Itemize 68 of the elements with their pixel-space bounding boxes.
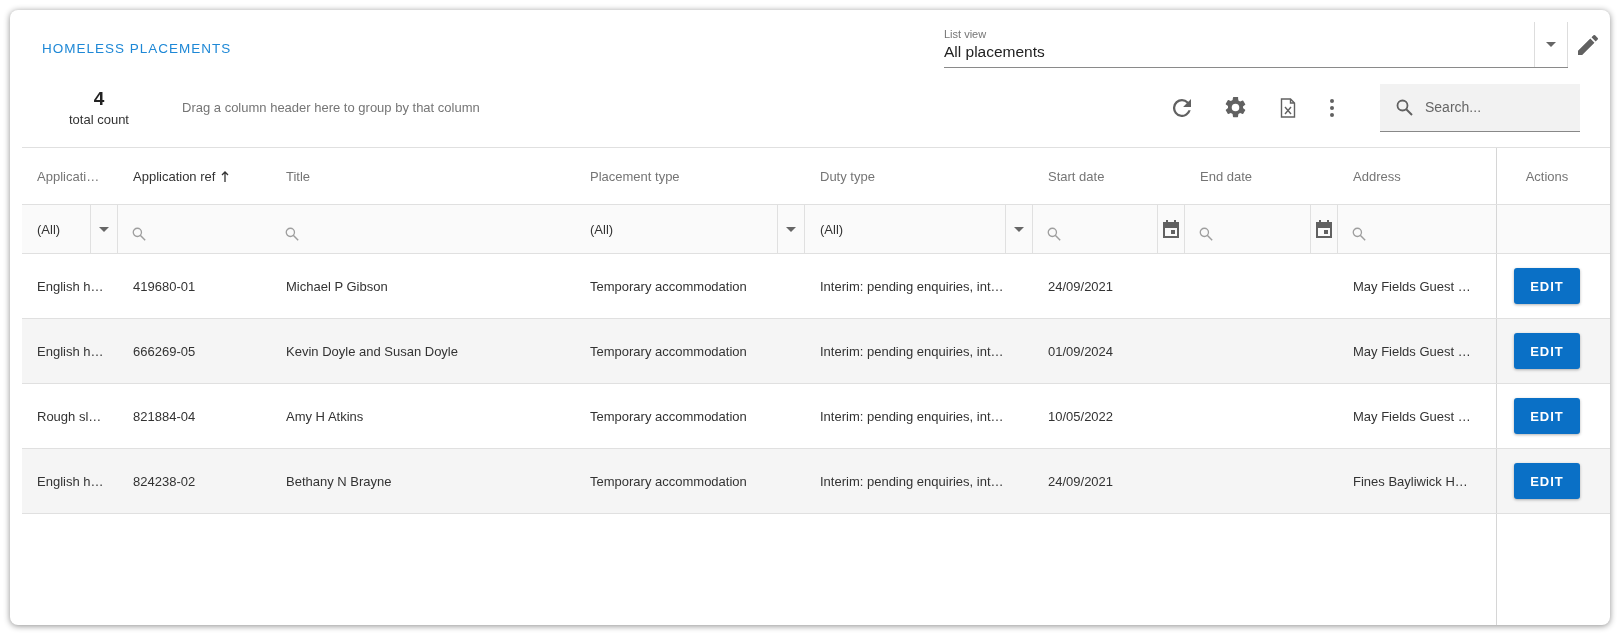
calendar-icon[interactable]: [1316, 220, 1332, 238]
filter-dropdown[interactable]: (All): [575, 205, 777, 253]
search-icon: [1199, 227, 1213, 241]
search-icon: [285, 227, 299, 241]
column-header[interactable]: End date: [1200, 168, 1253, 184]
filter-dropdown[interactable]: (All): [805, 205, 1005, 253]
column-header[interactable]: Duty type: [820, 168, 875, 184]
refresh-icon[interactable]: [1173, 98, 1191, 117]
table-cell: May Fields Guest …: [1353, 278, 1471, 294]
edit-button[interactable]: EDIT: [1514, 268, 1580, 304]
caret-icon: [1546, 42, 1556, 47]
column-header[interactable]: Applicati…: [37, 168, 100, 184]
table-cell: Bethany N Brayne: [286, 473, 392, 489]
calendar-icon[interactable]: [1163, 220, 1179, 238]
column-header: Actions: [1525, 168, 1569, 184]
table-cell: Kevin Doyle and Susan Doyle: [286, 343, 458, 359]
table-cell: Interim: pending enquiries, int…: [820, 408, 1004, 424]
table-cell: Michael P Gibson: [286, 278, 388, 294]
table-cell: Temporary accommodation: [590, 343, 747, 359]
group-by-hint: Drag a column header here to group by that column: [182, 100, 481, 115]
table-cell: English h…: [37, 278, 104, 294]
table-cell: 821884-04: [133, 408, 196, 424]
list-view-dropdown[interactable]: List view All placements: [944, 22, 1568, 68]
table-cell: May Fields Guest …: [1353, 343, 1471, 359]
table-cell: English h…: [37, 473, 104, 489]
table-cell: Fines Bayliwick H…: [1353, 473, 1468, 489]
table-cell: Temporary accommodation: [590, 473, 747, 489]
table-cell: Temporary accommodation: [590, 278, 747, 294]
table-cell: Temporary accommodation: [590, 408, 747, 424]
table-cell: May Fields Guest …: [1353, 408, 1471, 424]
edit-button[interactable]: EDIT: [1514, 398, 1580, 434]
table-cell: Interim: pending enquiries, int…: [820, 473, 1004, 489]
caret-icon[interactable]: [786, 226, 796, 232]
table-cell: 666269-05: [133, 343, 196, 359]
search-icon: [1047, 227, 1061, 241]
settings-icon[interactable]: [1225, 97, 1246, 118]
caret-icon[interactable]: [99, 226, 109, 232]
sort-ascending-icon: [221, 170, 230, 182]
edit-button[interactable]: EDIT: [1514, 463, 1580, 499]
table-cell: 419680-01: [133, 278, 196, 294]
total-count: 4: [93, 88, 105, 110]
table-cell: Amy H Atkins: [286, 408, 364, 424]
edit-button[interactable]: EDIT: [1514, 333, 1580, 369]
table-cell: Interim: pending enquiries, int…: [820, 343, 1004, 359]
column-header[interactable]: Application ref: [133, 168, 216, 184]
search-icon: [1352, 227, 1366, 241]
column-header[interactable]: Address: [1353, 168, 1401, 184]
table-cell: 24/09/2021: [1048, 278, 1114, 294]
page-title: HOMELESS PLACEMENTS: [42, 40, 232, 56]
search-icon: [1396, 98, 1413, 116]
search-field[interactable]: Search...: [1380, 83, 1580, 132]
table-cell: 01/09/2024: [1048, 343, 1114, 359]
search-icon: [132, 227, 146, 241]
table-cell: 10/05/2022: [1048, 408, 1114, 424]
more-options-icon[interactable]: [1330, 98, 1334, 117]
column-header[interactable]: Title: [286, 168, 311, 184]
filter-dropdown[interactable]: (All): [22, 205, 90, 253]
spreadsheet-file-icon[interactable]: [1280, 97, 1296, 118]
table-cell: 24/09/2021: [1048, 473, 1114, 489]
total-count-label: total count: [69, 112, 129, 127]
table-cell: English h…: [37, 343, 104, 359]
table-cell: Rough sl…: [37, 408, 102, 424]
table-cell: Interim: pending enquiries, int…: [820, 278, 1004, 294]
pencil-icon[interactable]: [1578, 35, 1598, 55]
caret-icon[interactable]: [1014, 226, 1024, 232]
column-header[interactable]: Placement type: [590, 168, 680, 184]
column-header[interactable]: Start date: [1048, 168, 1105, 184]
table-cell: 824238-02: [133, 473, 196, 489]
